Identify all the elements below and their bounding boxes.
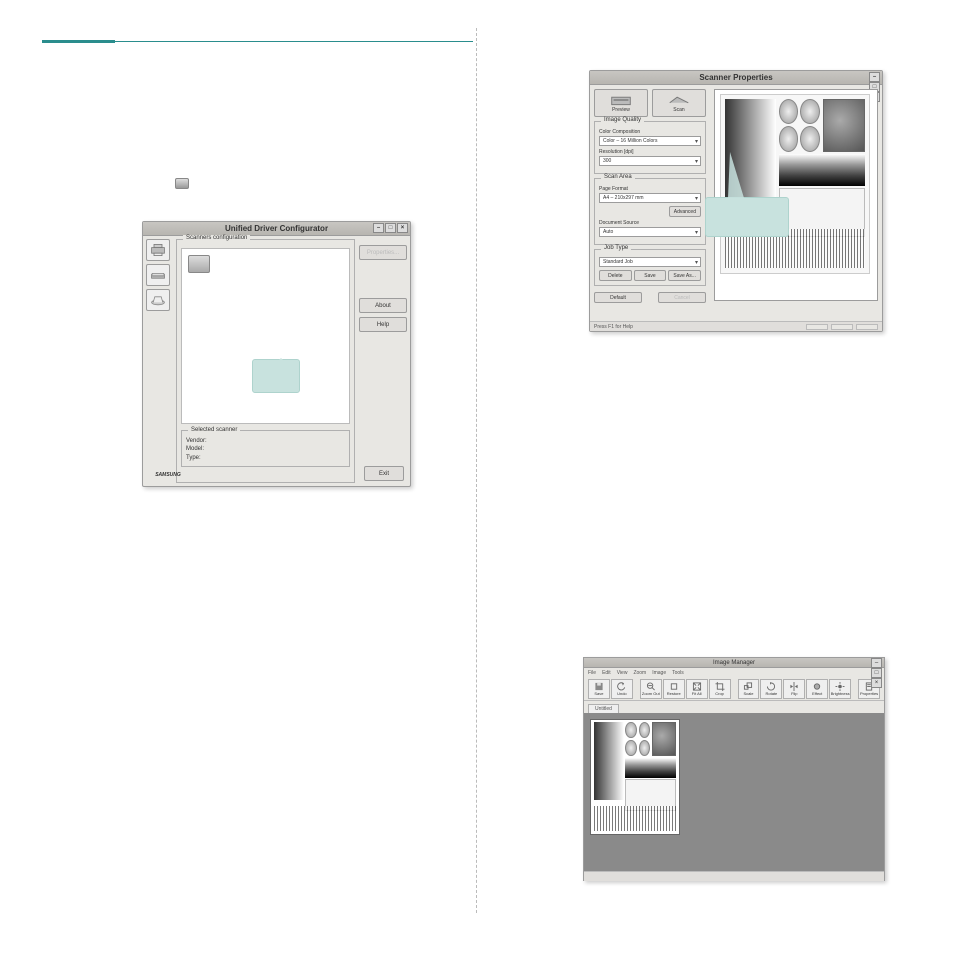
im-menubar[interactable]: File Edit View Zoom Image Tools <box>584 668 884 677</box>
preview-callout <box>705 197 789 237</box>
cancel-button[interactable]: Cancel <box>658 292 706 303</box>
exit-button[interactable]: Exit <box>364 466 404 481</box>
menu-edit[interactable]: Edit <box>602 670 611 676</box>
sidebar-printer-icon[interactable] <box>146 239 170 261</box>
resolution-label: Resolution [dpi] <box>599 149 701 155</box>
zoom-out-tool-icon[interactable]: Zoom Out <box>640 679 662 699</box>
status-slot <box>856 324 878 330</box>
default-button[interactable]: Default <box>594 292 642 303</box>
sidebar-port-icon[interactable] <box>146 289 170 311</box>
scan-button[interactable]: Scan <box>652 89 706 117</box>
color-composition-select[interactable]: Color – 16 Million Colors <box>599 136 701 146</box>
job-type-group: Job Type Standard Job Delete Save Save A… <box>594 249 706 286</box>
model-label: Model: <box>186 445 345 453</box>
minimize-icon[interactable]: – <box>869 72 880 82</box>
save-as-button[interactable]: Save As... <box>668 270 701 281</box>
scanner-list-callout <box>252 359 300 393</box>
close-icon[interactable]: × <box>871 678 882 688</box>
udc-titlebar: Unified Driver Configurator – □ × <box>143 222 410 236</box>
brightness-tool-icon[interactable]: Brightness <box>829 679 851 699</box>
job-type-select[interactable]: Standard Job <box>599 257 701 267</box>
maximize-icon[interactable]: □ <box>385 223 396 233</box>
type-label: Type: <box>186 454 345 462</box>
save-tool-icon[interactable]: Save <box>588 679 610 699</box>
im-image <box>590 719 680 835</box>
im-toolbar: Save Undo Zoom Out Restore Fit All Crop … <box>584 677 884 701</box>
job-type-legend: Job Type <box>601 245 631 251</box>
image-quality-legend: Image Quality <box>601 117 644 123</box>
im-titlebar: Image Manager – □ × <box>584 658 884 668</box>
image-quality-group: Image Quality Color Composition Color – … <box>594 121 706 174</box>
sp-statusbar: Press F1 for Help <box>590 321 882 331</box>
crop-tool-icon[interactable]: Crop <box>709 679 731 699</box>
selected-scanner-legend: Selected scanner <box>188 426 240 434</box>
sidebar-scanner-icon[interactable] <box>146 264 170 286</box>
sp-status-text: Press F1 for Help <box>594 324 633 330</box>
im-canvas[interactable] <box>584 713 884 871</box>
close-icon[interactable]: × <box>397 223 408 233</box>
scan-area-legend: Scan Area <box>601 174 635 180</box>
menu-image[interactable]: Image <box>652 670 666 676</box>
help-button[interactable]: Help <box>359 317 407 332</box>
save-button[interactable]: Save <box>634 270 667 281</box>
tab-untitled[interactable]: Untitled <box>588 704 619 713</box>
page-format-select[interactable]: A4 – 210x297 mm <box>599 193 701 203</box>
column-divider <box>476 28 477 913</box>
properties-button[interactable]: Properties... <box>359 245 407 260</box>
status-slot <box>831 324 853 330</box>
im-statusbar <box>584 871 884 881</box>
page-format-label: Page Format <box>599 186 701 192</box>
advanced-button[interactable]: Advanced <box>669 206 701 217</box>
preview-label: Preview <box>612 107 630 113</box>
menu-file[interactable]: File <box>588 670 596 676</box>
rotate-tool-icon[interactable]: Rotate <box>760 679 782 699</box>
sp-title: Scanner Properties <box>699 73 772 82</box>
scanners-config-panel: Scanners configuration Selected scanner … <box>176 239 355 483</box>
vendor-label: Vendor: <box>186 437 345 445</box>
im-title: Image Manager <box>713 660 755 666</box>
scanner-list-item[interactable] <box>188 255 210 273</box>
scanners-config-legend: Scanners configuration <box>183 235 250 241</box>
scanner-properties-window: Scanner Properties – □ × Preview Scan Im… <box>589 70 883 332</box>
scale-tool-icon[interactable]: Scale <box>738 679 760 699</box>
status-slot <box>806 324 828 330</box>
fit-all-tool-icon[interactable]: Fit All <box>686 679 708 699</box>
preview-button[interactable]: Preview <box>594 89 648 117</box>
undo-tool-icon[interactable]: Undo <box>611 679 633 699</box>
menu-view[interactable]: View <box>617 670 628 676</box>
scanners-list[interactable] <box>181 248 350 424</box>
about-button[interactable]: About <box>359 298 407 313</box>
delete-button[interactable]: Delete <box>599 270 632 281</box>
doc-source-select[interactable]: Auto <box>599 227 701 237</box>
selected-scanner-panel: Selected scanner Vendor: Model: Type: <box>181 430 350 467</box>
doc-source-label: Document Source <box>599 220 701 226</box>
minimize-icon[interactable]: – <box>373 223 384 233</box>
effect-tool-icon[interactable]: Effect <box>806 679 828 699</box>
scan-label: Scan <box>673 107 684 113</box>
header-accent-line <box>115 41 473 42</box>
sp-titlebar: Scanner Properties – □ × <box>590 71 882 85</box>
resolution-select[interactable]: 300 <box>599 156 701 166</box>
minimize-icon[interactable]: – <box>871 658 882 668</box>
header-accent-bar <box>42 40 115 43</box>
color-composition-label: Color Composition <box>599 129 701 135</box>
image-manager-window: Image Manager – □ × File Edit View Zoom … <box>583 657 885 881</box>
udc-window: Unified Driver Configurator – □ × <box>142 221 411 487</box>
samsung-logo: SAMSUNG <box>149 469 187 481</box>
udc-title: Unified Driver Configurator <box>225 224 328 233</box>
scan-area-group: Scan Area Page Format A4 – 210x297 mm Ad… <box>594 178 706 245</box>
maximize-icon[interactable]: □ <box>871 668 882 678</box>
menu-zoom[interactable]: Zoom <box>633 670 646 676</box>
scanner-icon <box>175 178 189 189</box>
flip-tool-icon[interactable]: Flip <box>783 679 805 699</box>
restore-tool-icon[interactable]: Restore <box>663 679 685 699</box>
menu-tools[interactable]: Tools <box>672 670 684 676</box>
